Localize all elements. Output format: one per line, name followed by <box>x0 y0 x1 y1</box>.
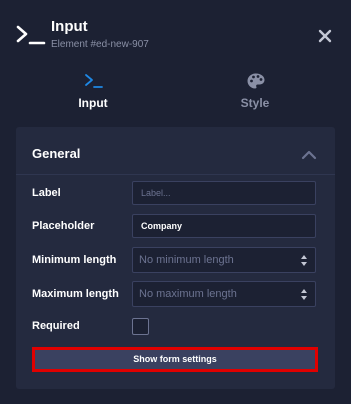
tab-input-label: Input <box>78 96 108 110</box>
placeholder-input[interactable] <box>132 214 316 238</box>
section-title: General <box>32 146 81 161</box>
tab-style-label: Style <box>240 96 270 110</box>
show-form-settings-button[interactable]: Show form settings <box>32 347 318 372</box>
select-arrows-icon <box>301 289 307 300</box>
min-length-selected: No minimum length <box>139 254 234 266</box>
chevron-up-icon[interactable] <box>301 148 317 160</box>
section-divider <box>16 174 335 175</box>
tab-input[interactable]: Input <box>18 68 168 116</box>
panel-header: Input Element #ed-new-907 <box>0 0 351 68</box>
terminal-prompt-icon <box>85 74 103 88</box>
terminal-prompt-icon <box>16 25 46 45</box>
tab-bar: Input Style <box>0 68 351 116</box>
palette-icon <box>247 73 265 89</box>
required-checkbox[interactable] <box>132 318 149 335</box>
select-arrows-icon <box>301 255 307 266</box>
panel-title: Input <box>51 18 88 35</box>
required-label: Required <box>32 320 80 332</box>
label-field-label: Label <box>32 187 61 199</box>
max-length-label: Maximum length <box>32 288 119 300</box>
tab-style[interactable]: Style <box>180 68 330 116</box>
max-length-select[interactable]: No maximum length <box>132 281 316 307</box>
close-icon[interactable] <box>317 28 333 44</box>
element-id-subtitle: Element #ed-new-907 <box>51 39 149 50</box>
min-length-select[interactable]: No minimum length <box>132 247 316 273</box>
label-input[interactable] <box>132 181 316 205</box>
min-length-label: Minimum length <box>32 254 117 266</box>
placeholder-field-label: Placeholder <box>32 220 95 232</box>
general-section: General Label Placeholder Minimum length… <box>16 127 335 389</box>
max-length-selected: No maximum length <box>139 288 237 300</box>
